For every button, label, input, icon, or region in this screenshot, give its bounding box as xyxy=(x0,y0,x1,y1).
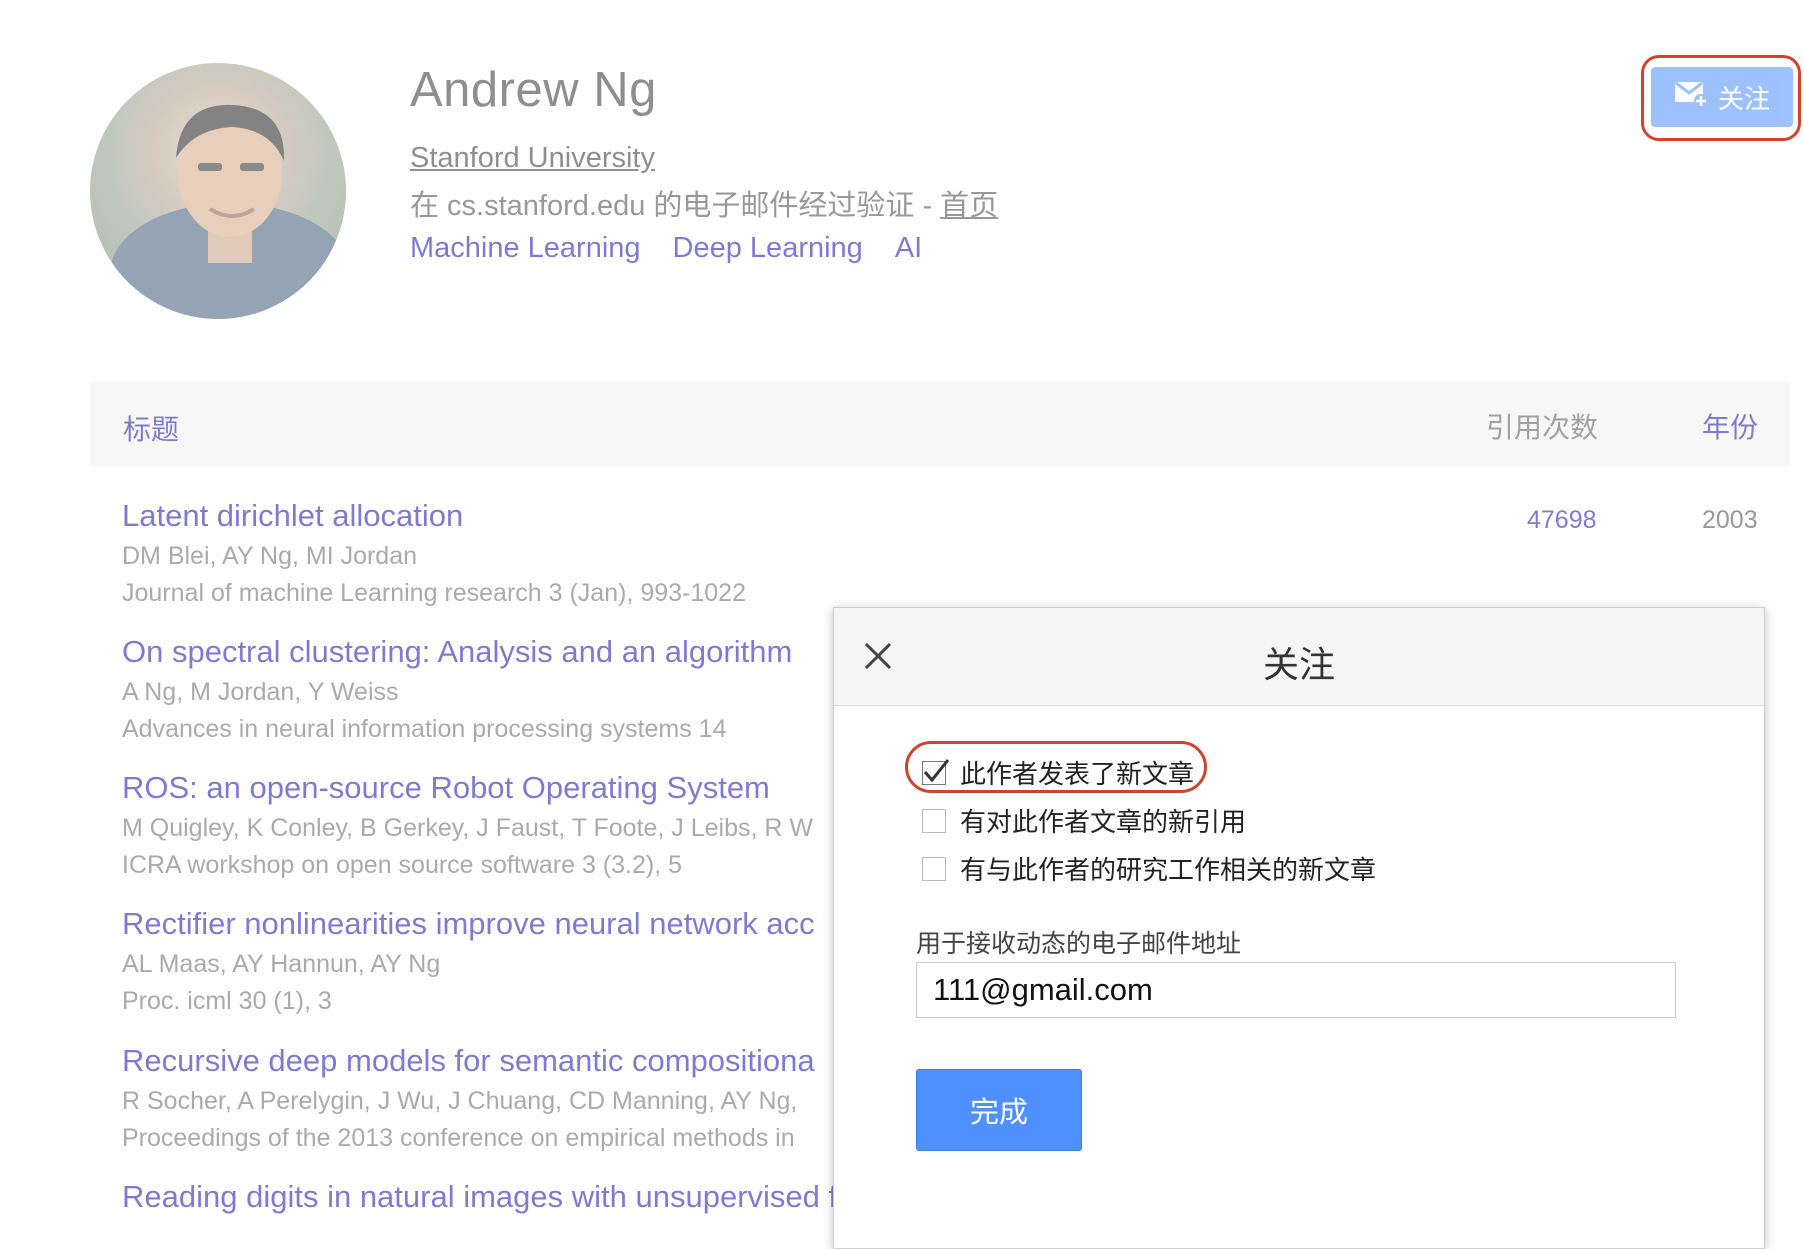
option-new-citations[interactable]: 有对此作者文章的新引用 xyxy=(922,802,1246,839)
profile-photo xyxy=(90,63,346,319)
column-year[interactable]: 年份 xyxy=(1702,406,1758,446)
done-button[interactable]: 完成 xyxy=(916,1069,1082,1151)
article-venue: Journal of machine Learning research 3 (… xyxy=(122,579,746,607)
verified-email-text: 在 cs.stanford.edu 的电子邮件经过验证 - xyxy=(410,190,941,222)
article-title[interactable]: Latent dirichlet allocation xyxy=(122,498,1762,534)
dialog-title: 关注 xyxy=(1262,644,1335,685)
checkbox-unchecked[interactable] xyxy=(922,808,946,833)
checkbox-unchecked[interactable] xyxy=(922,856,946,881)
interest-deep-learning[interactable]: Deep Learning xyxy=(673,232,863,264)
follow-button-highlight xyxy=(1641,55,1801,141)
option-label: 有对此作者文章的新引用 xyxy=(960,807,1247,837)
interest-machine-learning[interactable]: Machine Learning xyxy=(410,232,641,264)
homepage-link[interactable]: 首页 xyxy=(940,190,998,222)
verified-email-line: 在 cs.stanford.edu 的电子邮件经过验证 - 首页 xyxy=(410,182,998,224)
research-interests: Machine Learning Deep Learning AI xyxy=(410,232,954,265)
author-name: Andrew Ng xyxy=(410,63,657,117)
email-field[interactable] xyxy=(916,962,1676,1018)
interest-ai[interactable]: AI xyxy=(895,232,922,264)
option-label: 有与此作者的研究工作相关的新文章 xyxy=(960,855,1377,885)
follow-dialog: 关注 此作者发表了新文章 有对此作者文章的新引用 有与此作者的研究工作相关的新文… xyxy=(833,607,1765,1249)
column-title[interactable]: 标题 xyxy=(123,408,179,448)
article-year: 2003 xyxy=(1702,506,1758,534)
article-authors: DM Blei, AY Ng, MI Jordan xyxy=(122,542,418,570)
dialog-header: 关注 xyxy=(834,608,1764,706)
article-cites[interactable]: 47698 xyxy=(1527,506,1597,535)
option-highlight xyxy=(905,741,1207,793)
affiliation-link[interactable]: Stanford University xyxy=(410,142,655,175)
email-field-label: 用于接收动态的电子邮件地址 xyxy=(916,930,1242,958)
articles-table-header: 标题 引用次数 年份 xyxy=(90,382,1790,466)
column-cited-by[interactable]: 引用次数 xyxy=(1486,406,1598,446)
option-related-articles[interactable]: 有与此作者的研究工作相关的新文章 xyxy=(922,850,1376,887)
article-row: Latent dirichlet allocation DM Blei, AY … xyxy=(122,498,1762,608)
